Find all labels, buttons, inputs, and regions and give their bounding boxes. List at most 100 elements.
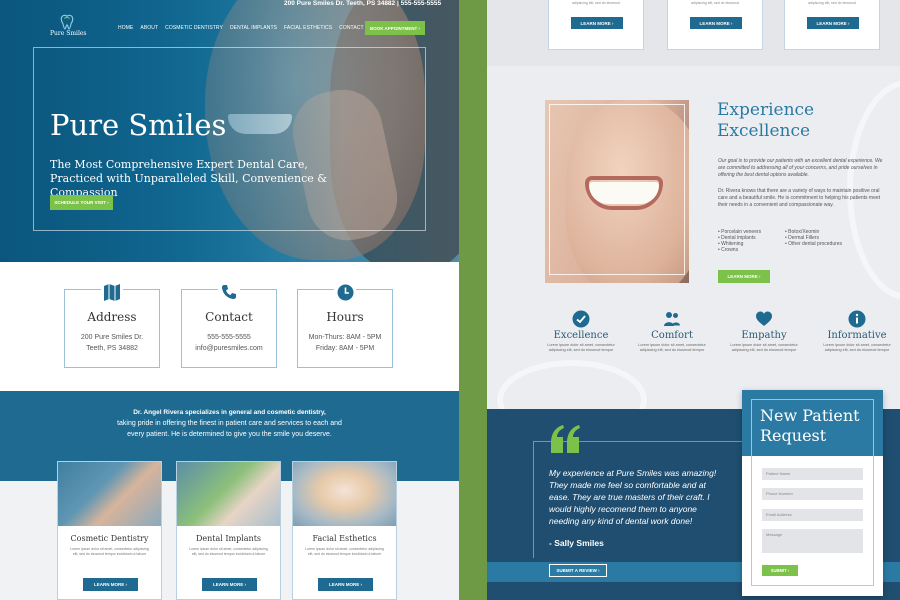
learn-more-label: LEARN MORE (699, 20, 730, 26)
nav-contact[interactable]: CONTACT (339, 25, 364, 31)
nav-about[interactable]: ABOUT (140, 25, 158, 31)
feature-excellence: Excellence Lorem ipsum dolor sit amet, c… (541, 310, 621, 353)
chevron-right-icon: › (243, 582, 247, 587)
hours-title: Hours (326, 310, 364, 324)
schedule-visit-button[interactable]: SCHEDULE YOUR VISIT › (50, 195, 113, 210)
hours-line-1: Mon-Thurs: 8AM - 5PM (308, 334, 382, 341)
service-image-facial (293, 462, 396, 526)
chevron-right-icon: › (124, 582, 128, 587)
service-description: Lorem ipsum dolor sit amet, consectetur … (189, 547, 268, 556)
quote-icon (551, 425, 580, 453)
experience-title: Experience Excellence (717, 100, 887, 142)
hero-title: Pure Smiles (50, 108, 227, 142)
testimonial-author: - Sally Smiles (549, 538, 604, 548)
experience-title-line-1: Experience (717, 100, 815, 120)
learn-more-button[interactable]: LEARN MORE › (202, 578, 257, 591)
feature-description: Lorem ipsum dolor sit amet, consectetur … (823, 343, 891, 352)
chevron-right-icon: › (757, 274, 761, 279)
learn-more-button[interactable]: LEARN MORE › (571, 17, 623, 29)
form-title: New Patient Request (760, 406, 875, 446)
chevron-right-icon: › (359, 582, 363, 587)
chevron-right-icon: › (596, 568, 600, 573)
service-title: Dental Implants (195, 534, 262, 543)
form-title-line-1: New Patient (760, 406, 860, 425)
learn-more-button[interactable]: LEARN MORE › (83, 578, 138, 591)
book-appointment-label: BOOK APPOINTMENT (369, 25, 418, 31)
phone-number-field[interactable]: Phone Number (762, 488, 863, 500)
nav-cosmetic-dentistry[interactable]: COSMETIC DENTISTRY (165, 25, 223, 31)
learn-more-label: LEARN MORE (727, 274, 758, 279)
list-item: • Crowns (718, 247, 739, 253)
new-patient-form: New Patient Request Patient Name Phone N… (742, 390, 883, 596)
chevron-right-icon: › (417, 25, 421, 31)
service-title: Cosmetic Dentistry (70, 534, 149, 543)
hours-line-2: Friday: 8AM - 5PM (315, 345, 375, 352)
learn-more-button[interactable]: LEARN MORE › (718, 270, 770, 283)
service-title: Facial Esthetics (312, 534, 377, 543)
form-title-line-2: Request (760, 426, 827, 445)
feature-title: Comfort (651, 330, 693, 341)
phone-icon (218, 282, 240, 302)
schedule-visit-label: SCHEDULE YOUR VISIT (54, 200, 106, 205)
chevron-right-icon: › (729, 20, 733, 26)
learn-more-button[interactable]: LEARN MORE › (318, 578, 373, 591)
treatment-list-left: • Porcelain veneers • Dental implants • … (718, 229, 761, 253)
contact-title: Contact (205, 310, 253, 324)
list-item: • Other dental procedures (785, 241, 843, 247)
hero-subtitle: The Most Comprehensive Expert Dental Car… (50, 158, 328, 199)
address-card: Address 200 Pure Smiles Dr. Teeth, PS 34… (64, 282, 160, 368)
learn-more-button[interactable]: LEARN MORE › (807, 17, 859, 29)
main-nav: HOME ABOUT COSMETIC DENTISTRY DENTAL IMP… (118, 25, 364, 31)
tooth-logo-icon (60, 14, 74, 30)
service-card: adipiscing elit, sed do eiusmod LEARN MO… (667, 0, 763, 50)
service-card: adipiscing elit, sed do eiusmod LEARN MO… (548, 0, 644, 50)
experience-body: Dr. Rivera knows that there are a variet… (718, 188, 881, 208)
service-description: adipiscing elit, sed do eiusmod (808, 1, 856, 5)
experience-title-line-2: Excellence (717, 121, 811, 141)
book-appointment-button[interactable]: BOOK APPOINTMENT › (365, 21, 425, 35)
submit-review-button[interactable]: SUBMIT A REVIEW › (549, 564, 607, 577)
service-description: Lorem ipsum dolor sit amet, consectetur … (305, 547, 384, 556)
submit-label: SUBMIT (770, 568, 787, 573)
feature-description: Lorem ipsum dolor sit amet, consectetur … (547, 343, 615, 352)
treatment-list-right: • Botox/Xeomin • Dermal Fillers • Other … (785, 229, 842, 247)
map-icon (101, 282, 123, 302)
submit-button[interactable]: SUBMIT › (762, 565, 798, 576)
feature-empathy: Empathy Lorem ipsum dolor sit amet, cons… (724, 310, 804, 353)
learn-more-label: LEARN MORE (329, 582, 360, 587)
feature-title: Excellence (553, 330, 609, 341)
contact-email[interactable]: info@puresmiles.com (182, 345, 276, 352)
nav-dental-implants[interactable]: DENTAL IMPLANTS (230, 25, 277, 31)
experience-lead: Our goal is to provide our patients with… (718, 158, 883, 178)
learn-more-label: LEARN MORE (580, 20, 611, 26)
check-circle-icon (572, 310, 590, 328)
feature-description: Lorem ipsum dolor sit amet, consectetur … (730, 343, 798, 352)
chevron-right-icon: › (786, 568, 790, 573)
email-address-field[interactable]: Email Address (762, 509, 863, 521)
learn-more-label: LEARN MORE (816, 20, 847, 26)
service-card-cosmetic: Cosmetic Dentistry Lorem ipsum dolor sit… (57, 461, 162, 600)
feature-informative: Informative Lorem ipsum dolor sit amet, … (817, 310, 897, 353)
contact-phone[interactable]: 555-555-5555 (182, 334, 276, 341)
service-image-implants (177, 462, 280, 526)
logo[interactable]: Pure Smiles (50, 14, 87, 37)
logo-text: Pure Smiles (50, 30, 87, 37)
feature-comfort: Comfort Lorem ipsum dolor sit amet, cons… (632, 310, 712, 353)
nav-home[interactable]: HOME (118, 25, 133, 31)
intro-line-2: every patient. He is determined to give … (127, 431, 332, 438)
address-line-2: Teeth, PS 34882 (86, 345, 138, 352)
homepage-mockup: 200 Pure Smiles Dr. Teeth, PS 34882 | 55… (0, 0, 459, 600)
learn-more-label: LEARN MORE (94, 582, 125, 587)
learn-more-button[interactable]: LEARN MORE › (690, 17, 742, 29)
nav-facial-esthetics[interactable]: FACIAL ESTHETICS (284, 25, 332, 31)
patient-name-field[interactable]: Patient Name (762, 468, 863, 480)
service-card: adipiscing elit, sed do eiusmod LEARN MO… (784, 0, 880, 50)
message-field[interactable]: Message (762, 529, 863, 553)
info-icon (848, 310, 866, 328)
heart-icon (756, 311, 772, 326)
testimonial-text: My experience at Pure Smiles was amazing… (549, 468, 717, 526)
address-line-1: 200 Pure Smiles Dr. (80, 334, 144, 341)
topbar-address: 200 Pure Smiles Dr. Teeth, PS 34882 | 55… (284, 0, 442, 7)
service-description: adipiscing elit, sed do eiusmod (691, 1, 739, 5)
intro-line-1: taking pride in offering the finest in p… (117, 420, 342, 427)
